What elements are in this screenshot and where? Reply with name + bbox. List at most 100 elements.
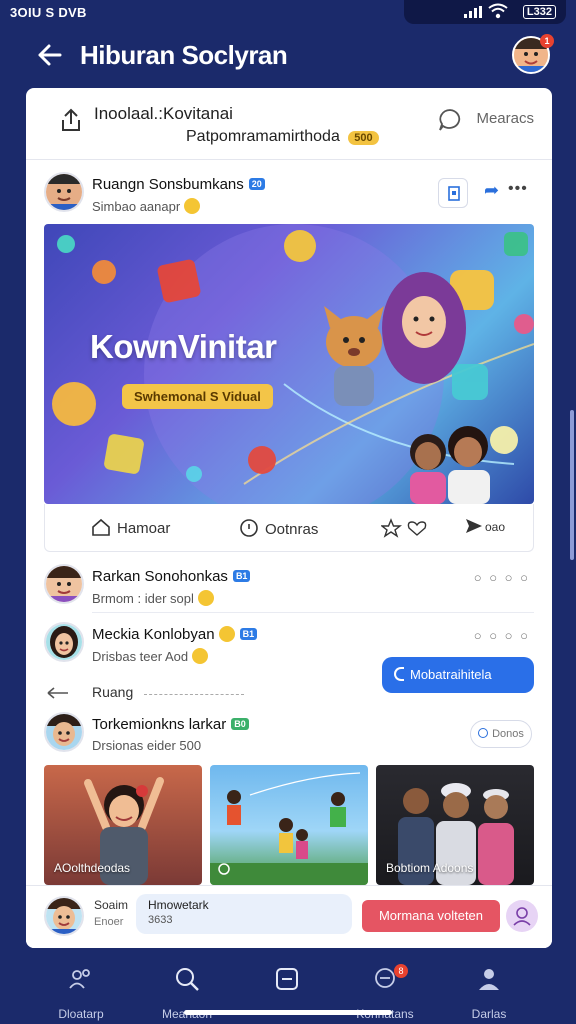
react-button[interactable] (380, 518, 429, 538)
avatar-face-icon (46, 174, 82, 210)
more-options-icon[interactable]: ○ ○ ○ ○ (474, 570, 530, 585)
profile-emoji-button[interactable] (506, 900, 538, 932)
status-icons: L332 (404, 0, 566, 24)
upload-share-icon[interactable] (60, 108, 82, 132)
listen-button[interactable]: Donos (470, 720, 532, 748)
emoji-icon (197, 590, 214, 606)
media-gallery: AOolthdeodas Bobtiom Adoons (44, 765, 534, 885)
share-title: Inoolaal.:Kovitanai (94, 104, 233, 123)
notification-badge: 1 (540, 34, 554, 48)
composer-user-sub: Enoer (94, 916, 124, 928)
comment-text-body: Brmom : ider sopl (92, 591, 194, 606)
share-subtitle-text: Patpomramamirthoda (186, 128, 340, 145)
send-button[interactable]: Mormana volteten (362, 900, 500, 932)
kids-playing-illustration (210, 772, 368, 885)
share-badge: 500 (348, 131, 379, 145)
comment-input[interactable]: Hmowetark 3633 (136, 894, 352, 934)
nav-item-profile[interactable]: Darlas (444, 964, 534, 1021)
post-subtitle-text: Simbao aanapr (92, 199, 181, 214)
bookmark-button[interactable] (438, 178, 468, 208)
comment-composer: Soaim Enoer Hmowetark 3633 Mormana volte… (26, 885, 552, 948)
verified-badge: 20 (248, 178, 265, 190)
scrollbar[interactable] (570, 410, 574, 560)
emoji-icon (192, 648, 209, 664)
avatar-face-icon (46, 566, 82, 602)
share-count: oao (485, 520, 506, 534)
divider (92, 612, 534, 613)
comment-author-name: Torkemionkns larkar (92, 716, 227, 733)
listen-label: Donos (492, 728, 524, 740)
comment-label: Ootnras (265, 521, 319, 538)
banner-pill[interactable]: Swhemonal S Vidual (122, 384, 273, 409)
avatar[interactable] (44, 712, 84, 752)
reply-row[interactable]: Ruang (44, 682, 364, 704)
comment-input-text: Hmowetark (148, 898, 209, 912)
comment-text-body: Drisbas teer Aod (92, 649, 189, 664)
play-icon (478, 728, 489, 738)
share-count-button[interactable]: oao (465, 518, 505, 535)
send-icon (466, 519, 482, 533)
nav-label: Dloatarp (58, 1007, 104, 1021)
banner-title: KownVinitar (90, 328, 277, 365)
wifi-icon (488, 3, 508, 19)
post-author[interactable]: Ruangn Sonsbumkans 20 (92, 176, 265, 193)
tasks-icon (276, 968, 298, 990)
message-icon[interactable] (438, 108, 462, 132)
composer-user-name: Soaim (94, 898, 129, 912)
share-subtitle: Patpomramamirthoda 500 (186, 128, 379, 146)
comment-author[interactable]: Meckia Konlobyan B1 (92, 626, 258, 643)
avatar[interactable] (44, 564, 84, 604)
follow-label: Mobatraihitela (410, 667, 492, 682)
verified-badge: B1 (239, 628, 258, 640)
avatar-face-icon (46, 898, 82, 934)
reply-label: Ruang (92, 684, 134, 700)
reply-arrow-icon (47, 687, 68, 699)
media-thumbnail[interactable]: AOolthdeodas (44, 765, 202, 885)
post-banner-image[interactable]: KownVinitar Swhemonal S Vidual (44, 224, 534, 504)
more-options-icon[interactable]: ○ ○ ○ ○ (474, 628, 530, 643)
avatar[interactable] (44, 622, 84, 662)
post-action-bar: Hamoar Ootnras oao (44, 504, 534, 552)
avatar-face-icon (46, 714, 82, 750)
share-bar: Inoolaal.:Kovitanai Patpomramamirthoda 5… (26, 88, 552, 160)
verified-badge: B0 (231, 718, 249, 730)
avatar-face-icon (46, 624, 82, 660)
comment-author[interactable]: Torkemionkns larkar B0 (92, 716, 249, 733)
list-item[interactable]: Rarkan Sonohonkas B1 Brmom : ider sopl ○ … (26, 562, 552, 614)
back-arrow-icon[interactable] (32, 38, 66, 72)
home-indicator[interactable] (184, 1010, 392, 1015)
nav-label: Darlas (471, 1007, 507, 1021)
emoji-icon (218, 626, 235, 642)
like-button[interactable]: Hamoar (91, 518, 170, 537)
post-header: Ruangn Sonsbumkans 20 Simbao aanapr (26, 168, 552, 224)
nav-badge: 8 (394, 964, 408, 978)
media-thumbnail[interactable] (210, 765, 368, 885)
follow-icon (394, 667, 404, 681)
verified-badge: B1 (232, 570, 251, 582)
page-title: Hiburan Soclyran (80, 40, 288, 70)
bookmark-icon (448, 186, 460, 201)
battery-indicator: L332 (522, 5, 556, 19)
comment-author-name: Meckia Konlobyan (92, 626, 215, 643)
post-author-name: Ruangn Sonsbumkans (92, 176, 244, 193)
star-heart-icon (380, 518, 427, 538)
media-thumbnail[interactable]: Bobtiom Adoons (376, 765, 534, 885)
more-options-icon[interactable]: ••• (508, 180, 528, 198)
comment-input-sub: 3633 (148, 914, 173, 926)
search-icon (176, 968, 199, 991)
person-icon (513, 907, 531, 926)
status-bar: 3OIU S DVB L332 (0, 0, 576, 26)
comment-author[interactable]: Rarkan Sonohonkas B1 (92, 568, 251, 585)
comment-text: Drsionas eider 500 (92, 738, 202, 753)
comment-button[interactable]: Ootnras (239, 518, 318, 538)
signal-icon (464, 6, 482, 18)
share-arrow-icon[interactable]: ➦ (484, 180, 499, 201)
reply-divider (144, 694, 244, 695)
message-label[interactable]: Mearacs (476, 110, 534, 127)
avatar[interactable] (44, 896, 84, 936)
thumbnail-caption: Bobtiom Adoons (386, 861, 474, 875)
status-time: 3OIU S DVB (10, 5, 87, 20)
nav-item-people[interactable]: Dloatarp (36, 964, 126, 1021)
follow-button[interactable]: Mobatraihitela (382, 657, 534, 693)
avatar[interactable] (44, 172, 84, 212)
